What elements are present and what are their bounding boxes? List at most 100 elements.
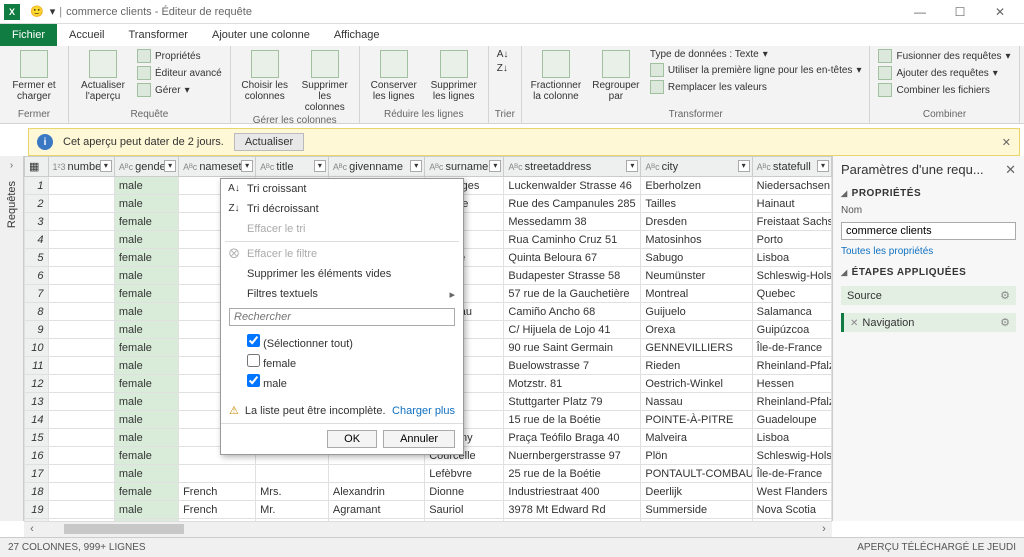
- cell-city[interactable]: Summerside: [641, 501, 752, 519]
- filter-dropdown-icon[interactable]: ▾: [489, 160, 501, 172]
- cell-city[interactable]: GENNEVILLIERS: [641, 339, 752, 357]
- cell-title[interactable]: Mr.: [256, 501, 329, 519]
- refresh-preview-button[interactable]: Actualiser l'aperçu: [75, 48, 131, 104]
- cell-surname[interactable]: Lefèbvre: [425, 465, 504, 483]
- cell-state[interactable]: Rheinland-Pfalz: [752, 393, 831, 411]
- filter-ok-button[interactable]: OK: [327, 430, 377, 448]
- cell-city[interactable]: Plön: [641, 447, 752, 465]
- cell-city[interactable]: Sabugo: [641, 249, 752, 267]
- filter-dropdown-icon[interactable]: ▾: [410, 160, 422, 172]
- maximize-button[interactable]: ☐: [940, 5, 980, 19]
- col-header-nameset[interactable]: Aᴮcnameset▾: [179, 157, 256, 177]
- advanced-editor-button[interactable]: Éditeur avancé: [135, 65, 224, 81]
- cell-street[interactable]: Rua Caminho Cruz 51: [504, 231, 641, 249]
- filter-dropdown-icon[interactable]: ▾: [241, 160, 253, 172]
- scroll-right-icon[interactable]: ›: [816, 522, 832, 538]
- use-headers-button[interactable]: Utiliser la première ligne pour les en-t…: [648, 62, 864, 78]
- cell-city[interactable]: Matosinhos: [641, 231, 752, 249]
- cell-gender[interactable]: female: [114, 213, 178, 231]
- combine-files-button[interactable]: Combiner les fichiers: [876, 82, 1012, 98]
- cell-city[interactable]: Eberholzen: [641, 177, 752, 195]
- tab-file[interactable]: Fichier: [0, 24, 57, 46]
- cell-gender[interactable]: female: [114, 285, 178, 303]
- step-navigation[interactable]: ✕Navigation⚙: [841, 313, 1016, 332]
- col-header-city[interactable]: Aᴮccity▾: [641, 157, 752, 177]
- cell-state[interactable]: Lisboa: [752, 249, 831, 267]
- manage-button[interactable]: Gérer ▾: [135, 82, 224, 98]
- cell-gender[interactable]: male: [114, 357, 178, 375]
- close-button[interactable]: ✕: [980, 5, 1020, 19]
- filter-dropdown-icon[interactable]: ▾: [314, 160, 326, 172]
- col-header-title[interactable]: Aᴮctitle▾: [256, 157, 329, 177]
- cell-city[interactable]: Guijuelo: [641, 303, 752, 321]
- cell-gender[interactable]: female: [114, 249, 178, 267]
- cell-street[interactable]: Stuttgarter Platz 79: [504, 393, 641, 411]
- cell-givenname[interactable]: Agramant: [328, 501, 424, 519]
- collapse-icon[interactable]: ◢: [841, 189, 848, 198]
- cell-street[interactable]: Messedamm 38: [504, 213, 641, 231]
- cell-gender[interactable]: male: [114, 393, 178, 411]
- tab-home[interactable]: Accueil: [57, 24, 116, 46]
- sort-asc-item[interactable]: A↓Tri croissant: [221, 179, 463, 199]
- sort-asc-button[interactable]: A↓: [495, 48, 511, 61]
- tab-add-column[interactable]: Ajouter une colonne: [200, 24, 322, 46]
- cell-city[interactable]: Dresden: [641, 213, 752, 231]
- cell-street[interactable]: C/ Hijuela de Lojo 41: [504, 321, 641, 339]
- filter-cancel-button[interactable]: Annuler: [383, 430, 455, 448]
- cell-street[interactable]: 3978 Mt Edward Rd: [504, 501, 641, 519]
- cell-givenname[interactable]: Alexandrin: [328, 483, 424, 501]
- cell-street[interactable]: Camiño Ancho 68: [504, 303, 641, 321]
- cell-gender[interactable]: male: [114, 429, 178, 447]
- cell-street[interactable]: 15 rue de la Boétie: [504, 411, 641, 429]
- close-panel-button[interactable]: ✕: [1005, 162, 1016, 178]
- filter-check-female[interactable]: female: [247, 352, 455, 372]
- remove-columns-button[interactable]: Supprimer les colonnes: [297, 48, 353, 115]
- filter-dropdown-icon[interactable]: ▾: [626, 160, 638, 172]
- choose-columns-button[interactable]: Choisir les colonnes: [237, 48, 293, 104]
- sort-desc-item[interactable]: Z↓Tri décroissant: [221, 199, 463, 219]
- split-column-button[interactable]: Fractionner la colonne: [528, 48, 584, 104]
- cell-state[interactable]: Île-de-France: [752, 465, 831, 483]
- filter-check-all[interactable]: (Sélectionner tout): [247, 332, 455, 352]
- filter-search-input[interactable]: [229, 308, 455, 326]
- cell-number[interactable]: [48, 177, 114, 195]
- queries-flyout[interactable]: › Requêtes: [0, 156, 24, 521]
- col-header-surname[interactable]: Aᴮcsurname▾: [425, 157, 504, 177]
- cell-city[interactable]: Oestrich-Winkel: [641, 375, 752, 393]
- cell-gender[interactable]: male: [114, 195, 178, 213]
- cell-number[interactable]: [48, 357, 114, 375]
- cell-state[interactable]: Lisboa: [752, 429, 831, 447]
- cell-title[interactable]: [256, 465, 329, 483]
- cell-state[interactable]: Nova Scotia: [752, 501, 831, 519]
- gear-icon[interactable]: ⚙: [1000, 289, 1010, 302]
- cell-state[interactable]: Hainaut: [752, 195, 831, 213]
- table-row[interactable]: 17maleLefèbvre25 rue de la BoétiePONTAUL…: [25, 465, 832, 483]
- cell-number[interactable]: [48, 231, 114, 249]
- cell-givenname[interactable]: [328, 465, 424, 483]
- cell-state[interactable]: Rheinland-Pfalz: [752, 357, 831, 375]
- scroll-left-icon[interactable]: ‹: [24, 522, 40, 538]
- dropdown-icon[interactable]: ▾: [50, 5, 56, 18]
- filter-dropdown-icon[interactable]: ▾: [100, 160, 112, 172]
- collapse-icon[interactable]: ◢: [841, 268, 848, 277]
- refresh-preview-link[interactable]: Actualiser: [234, 133, 304, 151]
- cell-city[interactable]: Malveira: [641, 429, 752, 447]
- cell-gender[interactable]: male: [114, 303, 178, 321]
- cell-number[interactable]: [48, 429, 114, 447]
- cell-city[interactable]: PONTAULT-COMBAULT: [641, 465, 752, 483]
- cell-number[interactable]: [48, 267, 114, 285]
- cell-gender[interactable]: female: [114, 339, 178, 357]
- delete-step-icon[interactable]: ✕: [850, 318, 858, 329]
- cell-street[interactable]: Nuernbergerstrasse 97: [504, 447, 641, 465]
- keep-rows-button[interactable]: Conserver les lignes: [366, 48, 422, 104]
- cell-city[interactable]: Neumünster: [641, 267, 752, 285]
- face-icon[interactable]: 🙂: [30, 5, 44, 18]
- cell-street[interactable]: Praça Teófilo Braga 40: [504, 429, 641, 447]
- minimize-button[interactable]: —: [900, 5, 940, 19]
- cell-street[interactable]: Budapester Strasse 58: [504, 267, 641, 285]
- cell-state[interactable]: West Flanders: [752, 483, 831, 501]
- cell-number[interactable]: [48, 285, 114, 303]
- remove-empty-item[interactable]: Supprimer les éléments vides: [221, 264, 463, 284]
- cell-number[interactable]: [48, 393, 114, 411]
- cell-street[interactable]: 25 rue de la Boétie: [504, 465, 641, 483]
